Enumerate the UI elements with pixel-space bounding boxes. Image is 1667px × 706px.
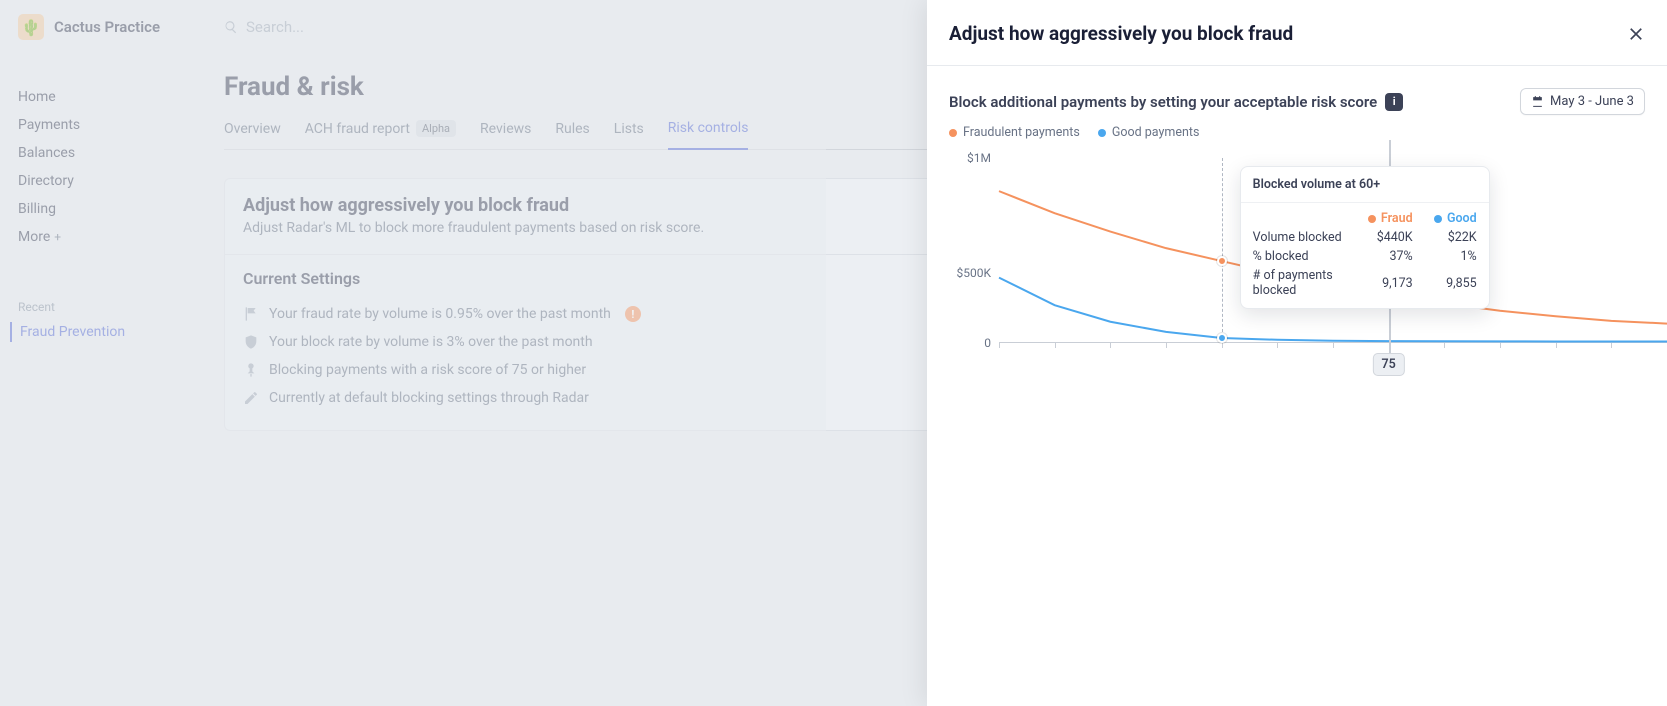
calendar-icon — [1531, 95, 1544, 108]
setting-text: Your fraud rate by volume is 0.95% over … — [269, 306, 611, 322]
tooltip-value: 9,173 — [1359, 276, 1413, 291]
brand-logo: 🌵 — [18, 14, 44, 40]
legend-fraud-label: Fraudulent payments — [963, 125, 1080, 140]
tooltip-value: 1% — [1423, 249, 1477, 264]
y-tick-500k: $500K — [956, 266, 991, 280]
tab-ach-fraud-report[interactable]: ACH fraud report Alpha — [305, 112, 456, 149]
setting-text: Blocking payments with a risk score of 7… — [269, 362, 586, 378]
side-panel: Adjust how aggressively you block fraud … — [927, 0, 1667, 706]
tooltip-row-label: Volume blocked — [1253, 230, 1349, 245]
x-ticks — [999, 342, 1667, 348]
tab-reviews[interactable]: Reviews — [480, 113, 531, 149]
panel-subtitle: Block additional payments by setting you… — [949, 93, 1377, 111]
y-tick-1m: $1M — [967, 151, 991, 165]
y-tick-0: 0 — [984, 336, 991, 350]
tooltip-title: Blocked volume at 60+ — [1241, 167, 1489, 203]
sidebar-more-label: More — [18, 229, 50, 245]
hover-dot-good — [1217, 333, 1227, 343]
legend-good-label: Good payments — [1112, 125, 1200, 140]
warning-icon: ! — [625, 306, 641, 322]
sidebar-item-directory[interactable]: Directory — [18, 168, 190, 194]
brand[interactable]: 🌵 Cactus Practice — [18, 14, 190, 40]
tooltip-value: 37% — [1359, 249, 1413, 264]
date-range-picker[interactable]: May 3 - June 3 — [1520, 88, 1645, 115]
tab-overview[interactable]: Overview — [224, 113, 281, 149]
tooltip-col-good: Good — [1423, 211, 1477, 226]
tab-rules[interactable]: Rules — [555, 113, 589, 149]
threshold-slider-handle[interactable]: 75 — [1373, 353, 1405, 376]
sidebar-item-payments[interactable]: Payments — [18, 112, 190, 138]
sidebar-item-billing[interactable]: Billing — [18, 196, 190, 222]
close-icon[interactable] — [1627, 25, 1645, 43]
sidebar: 🌵 Cactus Practice Home Payments Balances… — [0, 0, 200, 706]
pencil-icon — [243, 390, 259, 406]
tooltip-row-label: % blocked — [1253, 249, 1349, 264]
y-axis: $1M $500K 0 — [949, 158, 999, 388]
legend-good: Good payments — [1098, 125, 1200, 140]
panel-body: Block additional payments by setting you… — [927, 66, 1667, 388]
plot-area[interactable]: 75 Blocked volume at 60+ Fraud Good Volu… — [999, 158, 1667, 343]
sidebar-recent-heading: Recent — [18, 300, 190, 314]
sidebar-recent-fraud-prevention[interactable]: Fraud Prevention — [10, 322, 190, 342]
tab-risk-controls[interactable]: Risk controls — [668, 112, 749, 150]
chart-legend: Fraudulent payments Good payments — [949, 125, 1667, 140]
tooltip-value: $440K — [1359, 230, 1413, 245]
plus-icon: + — [54, 230, 61, 244]
shield-icon — [243, 334, 259, 350]
brand-name: Cactus Practice — [54, 18, 160, 36]
tab-lists[interactable]: Lists — [614, 113, 644, 149]
setting-text: Currently at default blocking settings t… — [269, 390, 589, 406]
info-icon[interactable]: i — [1385, 93, 1403, 111]
flag-icon — [243, 306, 259, 322]
pin-icon — [243, 362, 259, 378]
panel-title: Adjust how aggressively you block fraud — [949, 22, 1293, 45]
tab-ach-label: ACH fraud report — [305, 121, 410, 137]
search-icon — [224, 20, 238, 34]
sidebar-item-more[interactable]: More + — [18, 224, 190, 250]
chart[interactable]: $1M $500K 0 75 Blocked volume at 60+ — [949, 158, 1667, 388]
sidebar-item-home[interactable]: Home — [18, 84, 190, 110]
search-placeholder: Search... — [246, 18, 304, 36]
legend-fraud: Fraudulent payments — [949, 125, 1080, 140]
tooltip-value: 9,855 — [1423, 276, 1477, 291]
sidebar-item-balances[interactable]: Balances — [18, 140, 190, 166]
hover-threshold-line — [1222, 158, 1223, 342]
setting-text: Your block rate by volume is 3% over the… — [269, 334, 593, 350]
panel-header: Adjust how aggressively you block fraud — [927, 0, 1667, 66]
tooltip-col-fraud: Fraud — [1359, 211, 1413, 226]
chart-tooltip: Blocked volume at 60+ Fraud Good Volume … — [1240, 166, 1490, 309]
alpha-badge: Alpha — [416, 120, 456, 137]
tooltip-row-label: # of payments blocked — [1253, 268, 1349, 298]
tooltip-value: $22K — [1423, 230, 1477, 245]
date-range-label: May 3 - June 3 — [1550, 94, 1634, 109]
hover-dot-fraud — [1217, 256, 1227, 266]
